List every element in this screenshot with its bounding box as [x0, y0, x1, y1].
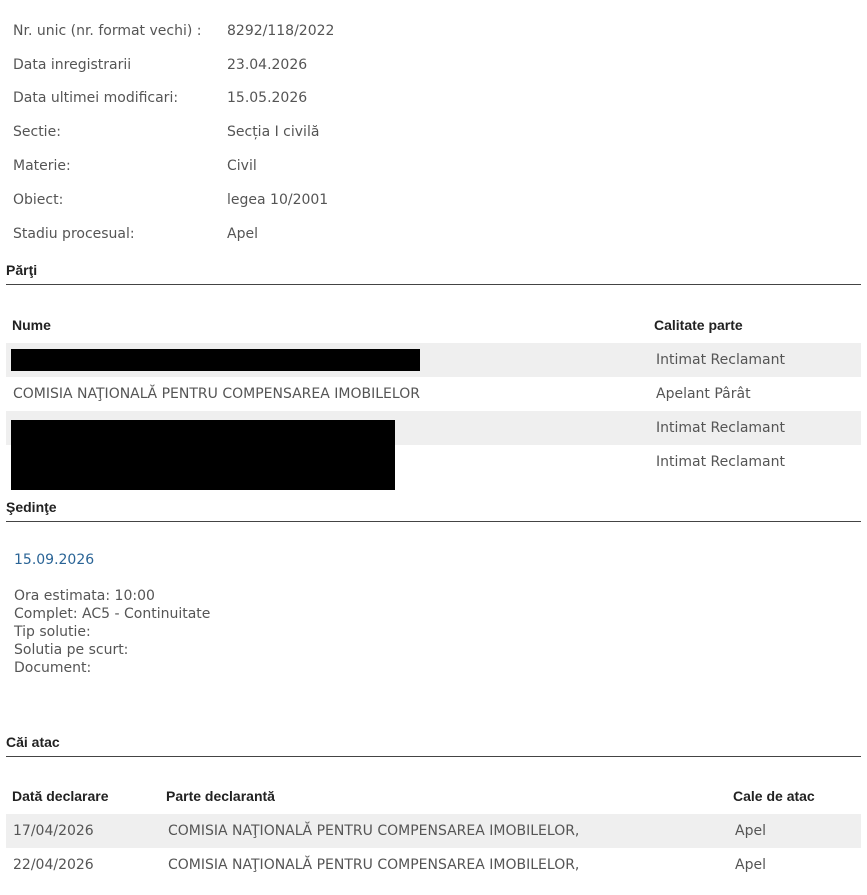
hearing-ora: Ora estimata: 10:00 [14, 588, 155, 604]
detail-label: Nr. unic (nr. format vechi) : [13, 22, 202, 39]
parti-header-nume: Nume [12, 317, 51, 333]
sedinte-divider [6, 521, 861, 522]
detail-label: Obiect: [13, 191, 64, 208]
detail-value: Civil [227, 158, 257, 175]
detail-value: 23.04.2026 [227, 56, 308, 73]
detail-row-data-inregistrarii: Data inregistrarii 23.04.2026 [13, 48, 334, 82]
detail-label: Materie: [13, 158, 71, 175]
detail-label: Data ultimei modificari: [13, 90, 179, 107]
detail-value: Secția I civilă [227, 124, 320, 141]
parti-calitate: Apelant Pârât [656, 386, 751, 402]
detail-value: Apel [227, 225, 258, 242]
cai-atac-cale: Apel [735, 857, 766, 873]
parti-calitate: Intimat Reclamant [656, 352, 785, 368]
parti-section-title: Părţi [6, 262, 38, 278]
sedinte-section-title: Şedinţe [6, 499, 57, 515]
detail-value: legea 10/2001 [227, 191, 329, 208]
parti-calitate: Intimat Reclamant [656, 454, 785, 470]
detail-label: Sectie: [13, 124, 61, 141]
cai-atac-data: 22/04/2026 [13, 857, 94, 873]
detail-row-obiect: Obiect: legea 10/2001 [13, 183, 334, 217]
detail-label: Stadiu procesual: [13, 225, 135, 242]
cai-atac-divider [6, 756, 861, 757]
cai-atac-row: 17/04/2026 COMISIA NAŢIONALĂ PENTRU COMP… [6, 814, 861, 848]
cai-atac-row: 22/04/2026 COMISIA NAŢIONALĂ PENTRU COMP… [6, 848, 861, 882]
detail-row-nr-unic: Nr. unic (nr. format vechi) : 8292/118/2… [13, 14, 334, 48]
hearing-document: Document: [14, 660, 92, 676]
redaction-box [11, 420, 395, 490]
cai-atac-parte: COMISIA NAŢIONALĂ PENTRU COMPENSAREA IMO… [168, 823, 580, 839]
cai-atac-header-parte: Parte declarantă [166, 788, 275, 804]
cai-atac-data: 17/04/2026 [13, 823, 94, 839]
cai-atac-header-cale: Cale de atac [733, 788, 815, 804]
cai-atac-section-title: Căi atac [6, 734, 60, 750]
parti-calitate: Intimat Reclamant [656, 420, 785, 436]
detail-label: Data inregistrarii [13, 56, 132, 73]
detail-row-materie: Materie: Civil [13, 149, 334, 183]
parti-divider [6, 284, 861, 285]
hearing-date: 15.09.2026 [14, 552, 95, 568]
hearing-complet: Complet: AC5 - Continuitate [14, 606, 211, 622]
detail-row-data-modificari: Data ultimei modificari: 15.05.2026 [13, 82, 334, 116]
detail-row-sectie: Sectie: Secția I civilă [13, 115, 334, 149]
redaction-box [11, 349, 420, 371]
hearing-solutia: Solutia pe scurt: [14, 642, 129, 658]
cai-atac-parte: COMISIA NAŢIONALĂ PENTRU COMPENSAREA IMO… [168, 857, 580, 873]
hearing-details: Ora estimata: 10:00 Complet: AC5 - Conti… [14, 587, 210, 677]
cai-atac-header-data: Dată declarare [12, 788, 109, 804]
parti-header-calitate: Calitate parte [654, 317, 743, 333]
detail-row-stadiu: Stadiu procesual: Apel [13, 217, 334, 251]
cai-atac-cale: Apel [735, 823, 766, 839]
detail-value: 8292/118/2022 [227, 22, 335, 39]
case-details: Nr. unic (nr. format vechi) : 8292/118/2… [13, 14, 334, 251]
parti-nume: COMISIA NAŢIONALĂ PENTRU COMPENSAREA IMO… [13, 386, 420, 402]
hearing-tip-solutie: Tip solutie: [14, 624, 91, 640]
detail-value: 15.05.2026 [227, 90, 308, 107]
parti-row: COMISIA NAŢIONALĂ PENTRU COMPENSAREA IMO… [6, 377, 861, 411]
